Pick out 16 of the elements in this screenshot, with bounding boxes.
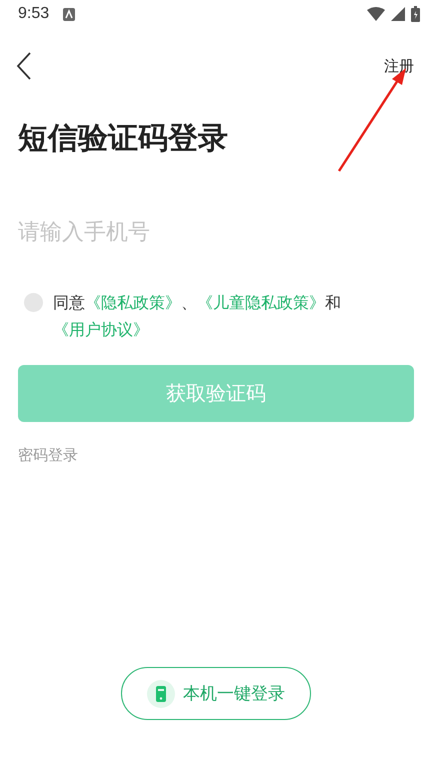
- page-title: 短信验证码登录: [18, 120, 229, 158]
- password-login-link[interactable]: 密码登录: [18, 446, 78, 465]
- one-tap-login-button[interactable]: 本机一键登录: [121, 667, 311, 720]
- policy-link[interactable]: 《用户协议》: [53, 320, 149, 339]
- battery-icon: [411, 6, 420, 22]
- phone-icon: [147, 680, 175, 708]
- consent-text: 同意《隐私政策》、《儿童隐私政策》和 《用户协议》: [53, 292, 342, 341]
- signal-icon: [391, 7, 405, 21]
- notification-icon: [63, 8, 76, 20]
- status-time: 9:53: [18, 5, 50, 23]
- policy-link[interactable]: 《隐私政策》: [85, 293, 181, 312]
- agree-checkbox[interactable]: [24, 293, 43, 312]
- back-button[interactable]: [16, 52, 32, 80]
- wifi-icon: [367, 7, 385, 21]
- policy-link[interactable]: 《儿童隐私政策》: [197, 293, 325, 312]
- register-link[interactable]: 注册: [384, 56, 414, 76]
